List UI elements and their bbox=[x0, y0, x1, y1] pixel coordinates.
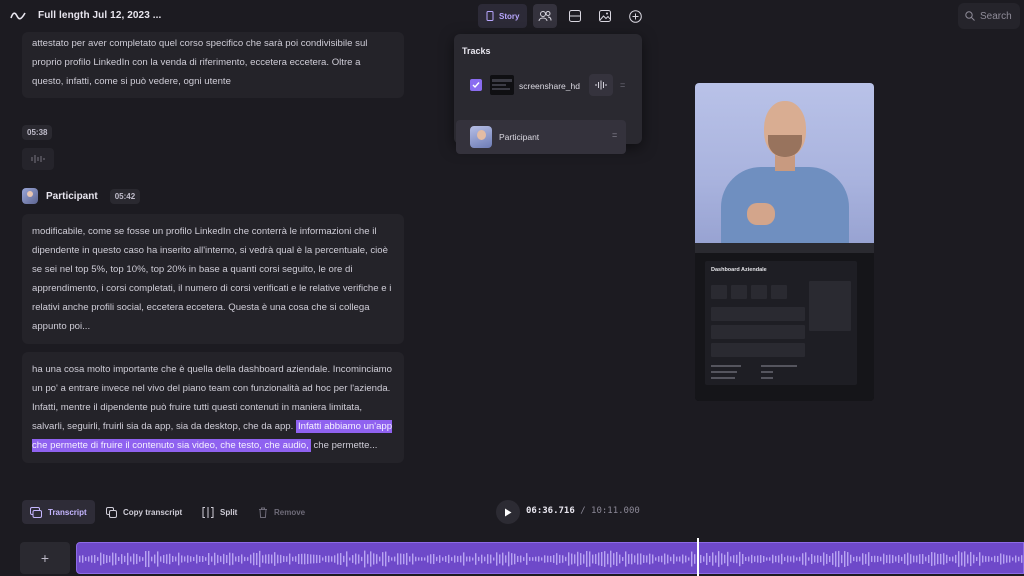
play-button[interactable] bbox=[496, 500, 520, 524]
plus-circle-icon bbox=[629, 9, 642, 23]
track-checkbox-screenshare[interactable] bbox=[470, 79, 482, 91]
time-separator: / bbox=[580, 506, 586, 516]
copy-transcript-label: Copy transcript bbox=[123, 507, 183, 517]
speaker-header: Participant 05:42 bbox=[22, 188, 404, 204]
transcript-text: modificabile, come se fosse un profilo L… bbox=[32, 226, 392, 332]
tracks-title: Tracks bbox=[462, 46, 491, 56]
transcript-text: che permette... bbox=[310, 440, 378, 451]
track-audio-button[interactable] bbox=[589, 74, 613, 96]
transcript-button[interactable]: Transcript bbox=[22, 500, 95, 524]
remove-button[interactable]: Remove bbox=[250, 500, 313, 524]
split-icon bbox=[202, 506, 214, 518]
media-button[interactable] bbox=[593, 4, 617, 28]
add-element-button[interactable] bbox=[623, 4, 647, 28]
transcript-panel: attestato per aver completato quel corso… bbox=[22, 32, 404, 463]
avatar bbox=[22, 188, 38, 204]
search-button[interactable]: Search bbox=[958, 3, 1020, 29]
search-label: Search bbox=[980, 10, 1012, 22]
split-label: Split bbox=[220, 507, 238, 517]
copy-icon bbox=[106, 506, 117, 518]
silence-waveform-icon[interactable] bbox=[22, 148, 54, 170]
phone-icon bbox=[486, 11, 494, 21]
layout-icon bbox=[569, 10, 582, 22]
audio-waveform-icon bbox=[595, 80, 607, 90]
check-icon bbox=[472, 82, 480, 89]
story-label: Story bbox=[499, 11, 520, 21]
speaker-name[interactable]: Participant bbox=[46, 191, 98, 202]
track-label-participant: Participant bbox=[499, 132, 540, 142]
screenshare-thumbnail bbox=[490, 75, 514, 95]
copy-transcript-button[interactable]: Copy transcript bbox=[98, 500, 190, 524]
track-label-screenshare: screenshare_hd bbox=[519, 81, 580, 91]
timeline: + bbox=[0, 538, 1024, 576]
participant-thumbnail bbox=[470, 126, 492, 148]
speaker-timestamp[interactable]: 05:42 bbox=[109, 188, 141, 204]
participants-button[interactable] bbox=[533, 4, 558, 28]
video-preview[interactable]: Dashboard Aziendale bbox=[695, 83, 874, 401]
transcript-label: Transcript bbox=[48, 507, 87, 517]
search-icon bbox=[965, 11, 975, 21]
people-icon bbox=[538, 11, 552, 22]
playhead[interactable] bbox=[696, 538, 699, 576]
top-bar: Full length Jul 12, 2023 ... Story Searc… bbox=[0, 0, 1024, 32]
waveform-track[interactable] bbox=[76, 542, 1024, 574]
transcript-text: attestato per aver completato quel corso… bbox=[32, 38, 368, 87]
silence-timestamp[interactable]: 05:38 bbox=[22, 125, 53, 140]
play-icon bbox=[505, 508, 512, 516]
drag-handle-icon[interactable]: = bbox=[620, 80, 625, 90]
transcript-block[interactable]: ha una cosa molto importante che è quell… bbox=[22, 352, 404, 463]
plus-icon: + bbox=[40, 550, 50, 566]
drag-handle-icon[interactable]: = bbox=[612, 130, 617, 140]
view-toolbar: Story bbox=[478, 4, 647, 28]
split-button[interactable]: Split bbox=[194, 500, 245, 524]
image-icon bbox=[599, 10, 612, 22]
participant-video bbox=[695, 83, 874, 247]
transcript-icon bbox=[30, 506, 42, 518]
app-logo-icon[interactable] bbox=[8, 6, 28, 26]
current-time: 06:36.716 bbox=[526, 506, 575, 516]
document-title[interactable]: Full length Jul 12, 2023 ... bbox=[38, 10, 161, 21]
add-clip-button[interactable]: + bbox=[20, 542, 70, 574]
transcript-block[interactable]: modificabile, come se fosse un profilo L… bbox=[22, 214, 404, 344]
layout-button[interactable] bbox=[563, 4, 587, 28]
track-row-participant[interactable]: Participant = bbox=[456, 120, 626, 154]
screenshare-video: Dashboard Aziendale bbox=[695, 243, 874, 401]
trash-icon bbox=[259, 507, 267, 518]
time-display: 06:36.716 / 10:11.000 bbox=[526, 506, 640, 516]
bottom-toolbar: Transcript Copy transcript Split Remove … bbox=[0, 492, 1024, 532]
duration: 10:11.000 bbox=[591, 506, 640, 516]
dashboard-title: Dashboard Aziendale bbox=[711, 267, 767, 273]
transcript-block[interactable]: attestato per aver completato quel corso… bbox=[22, 32, 404, 98]
story-button[interactable]: Story bbox=[478, 4, 528, 28]
waveform bbox=[79, 550, 1023, 568]
remove-label: Remove bbox=[274, 507, 306, 517]
